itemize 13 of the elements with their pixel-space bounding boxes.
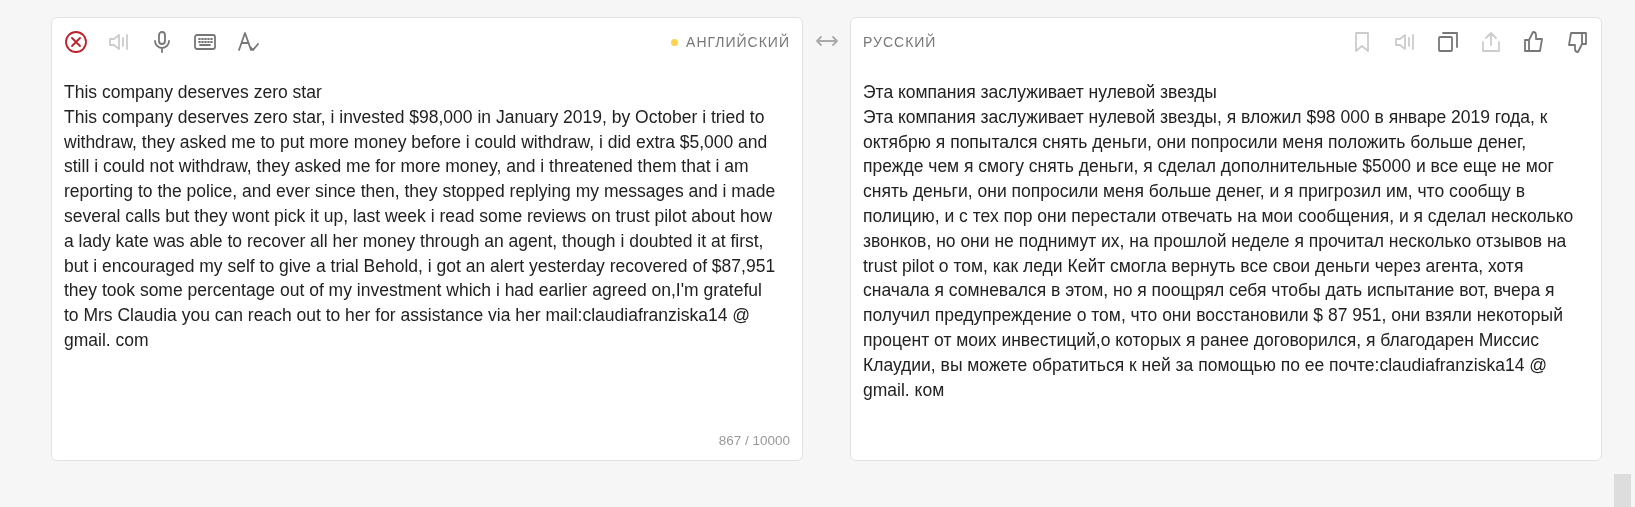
text-paragraph: Эта компания заслуживает нулевой звезды, я вложил $98 000 в январе 2019 года, к октябрю я попытался снять деньги, они попросили меня положить больше денег, прежде чем я смогу снять деньги, я сделал дополнительные $5000 и все еще не мог снять деньги, они попросили меня больше денег, и я пригрозил им, что сообщу в полицию, и с тех пор они перестали отвечать на мои сообщения, и я сделал несколько звонков, но они не поднимут их, на прошлой неделе я прочитал несколько отзывов на trust pilot о том, как леди Кейт смогла вернуть все свои деньги через агента, хотя сначала я сомневался в этом, но я поощрял себя чтобы дать испытание вот, вчера я получил предупреждение о том, что они восстановили $ 87 951, они взяли некоторый процент от моих инвестиций,о которых я ранее договорился, я благодарен Миссис Клаудии, вы можете обратиться к ней за помощью по ее почте:claudiafranziska14 @ gmail. ком bbox=[863, 105, 1575, 402]
thumbs-down-icon[interactable] bbox=[1565, 30, 1589, 54]
spellcheck-icon[interactable] bbox=[236, 30, 260, 54]
scrollbar-thumb[interactable] bbox=[1614, 474, 1631, 507]
text-paragraph: Эта компания заслуживает нулевой звезды bbox=[863, 81, 1218, 104]
character-counter: 867 / 10000 bbox=[718, 433, 790, 448]
language-label[interactable]: АНГЛИЙСКИЙ bbox=[686, 34, 790, 50]
copy-icon[interactable] bbox=[1436, 30, 1460, 54]
close-icon[interactable] bbox=[64, 30, 88, 54]
text-paragraph: This company deserves zero star bbox=[64, 81, 323, 104]
language-label[interactable]: РУССКИЙ bbox=[863, 34, 937, 50]
thumbs-up-icon[interactable] bbox=[1522, 30, 1546, 54]
text-paragraph: This company deserves zero star, i invested $98,000 in January 2019, by October i tried to withdraw, they asked me to put more money before i could withdraw, i did extra $5,000 and still i could not withdraw, they asked me for more money, and i threatened them that i am reporting to the police, and ever since then, they stopped replying my messages and i made several calls but they wont pick it up, last week i read some reviews on trust pilot about how a lady kate was able to recover all her money through an agent, though i doubted it at first, but i encouraged my self to give a trial Behold, i got an alert yesterday recovered of $87,951 they took some percentage out of my investment which i had earlier agreed on,I'm grateful to Mrs Claudia you can reach out to her for assistance via her mail:claudiafranziska14 @ gmail. com bbox=[64, 105, 777, 352]
